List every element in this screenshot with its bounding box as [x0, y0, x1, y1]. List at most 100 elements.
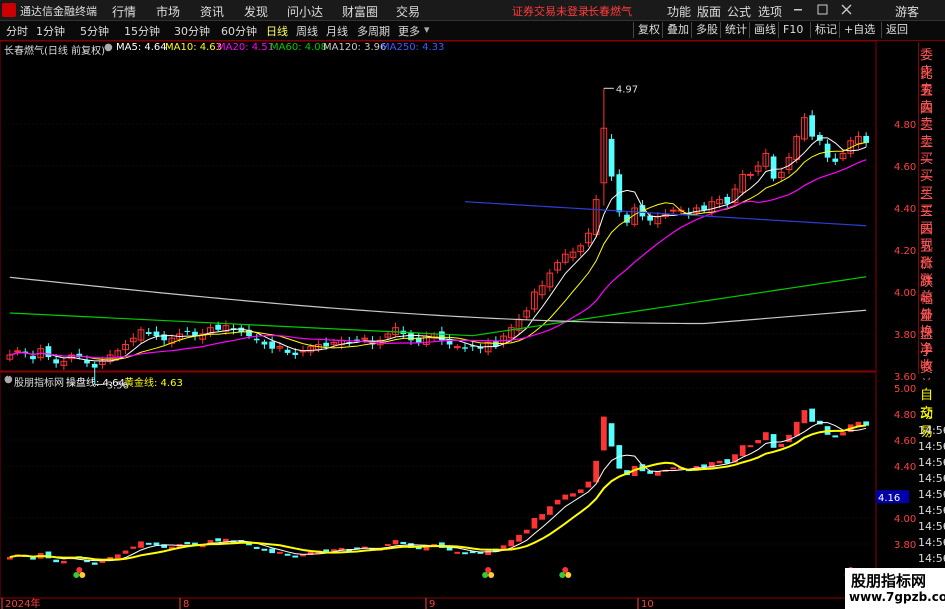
indicator-tick-label: 4.40	[894, 462, 916, 473]
period-multi[interactable]: 多周期	[357, 23, 390, 39]
indicator-bar	[454, 551, 461, 554]
indicator-bar	[130, 546, 137, 549]
menu-bar: 通达信金融终端 行情 市场 资讯 发现 问小达 财富圈 交易 证券交易未登录 长…	[0, 0, 945, 21]
caopan-line	[9, 422, 867, 562]
menu-item-banmian[interactable]: 版面	[697, 3, 721, 20]
candle-down	[608, 138, 615, 177]
close-icon[interactable]	[841, 4, 852, 15]
indicator-tick-label: 5.00	[894, 384, 916, 395]
ma120-line	[9, 276, 867, 325]
menu-item-gongshi[interactable]: 公式	[727, 3, 751, 20]
indicator-chart-frame	[0, 371, 877, 599]
kline-chart[interactable]: 4.97 3.56 4.80 4.60 4.40 4.20 4.00 3.80 3.605.0…	[0, 40, 945, 609]
draw-button[interactable]: 画线	[749, 22, 780, 38]
ma5-line	[9, 137, 867, 362]
period-monthly[interactable]: 月线	[326, 23, 348, 39]
menu-item-zixun[interactable]: 资讯	[200, 3, 224, 20]
signal-dot	[79, 572, 86, 578]
signal-dot	[565, 572, 572, 578]
indicator-tick-label: 4.60	[894, 436, 916, 447]
period-toolbar: 分时 1分钟 5分钟 15分钟 30分钟 60分钟 日线 周线 月线 多周期 更…	[0, 21, 945, 41]
signal-dot	[562, 567, 569, 573]
indicator-bar	[292, 555, 299, 558]
menu-item-hangqing[interactable]: 行情	[112, 3, 136, 20]
candle-down	[323, 342, 329, 347]
period-60min[interactable]: 60分钟	[221, 23, 257, 39]
minimize-icon[interactable]	[794, 9, 802, 11]
menu-item-xuanxiang[interactable]: 选项	[758, 3, 782, 20]
add-favorite-button[interactable]: +自选	[839, 22, 879, 38]
guest-label[interactable]: 游客	[895, 3, 919, 20]
tick-time: 14:56	[918, 472, 945, 485]
candle-up	[453, 346, 461, 349]
indicator-bar	[400, 541, 407, 544]
candle-down	[824, 143, 831, 158]
indicator-bar	[91, 562, 98, 565]
period-more[interactable]: 更多	[398, 23, 420, 39]
indicator-bar	[577, 489, 584, 494]
date-label: 8	[183, 599, 189, 609]
fuquan-button[interactable]: 复权	[633, 22, 664, 38]
tick-time: 14:56	[918, 552, 945, 565]
app-logo-icon	[2, 3, 16, 17]
indicator-bar	[724, 459, 731, 464]
period-15min[interactable]: 15分钟	[124, 23, 160, 39]
signal-dot	[76, 567, 83, 573]
indicator-bar	[570, 493, 576, 497]
indicator-tick-label: 4.00	[894, 514, 916, 525]
indicator-bar	[539, 514, 545, 520]
candle-down	[184, 330, 191, 332]
period-fenshi[interactable]: 分时	[6, 23, 28, 39]
indicator-bar	[793, 421, 800, 436]
menu-item-gongneng[interactable]: 功能	[667, 3, 691, 20]
indicator-bar	[770, 434, 777, 448]
tick-time: 14:56	[918, 536, 945, 549]
mark-button[interactable]: 标记	[810, 22, 841, 38]
menu-item-faxian[interactable]: 发现	[244, 3, 268, 20]
ma60-line	[9, 276, 867, 337]
login-status[interactable]: 证券交易未登录	[512, 3, 589, 19]
candle-down	[292, 352, 299, 355]
indicator-bar	[215, 538, 221, 542]
signal-dot	[559, 572, 566, 578]
chevron-down-icon[interactable]: ▾	[424, 23, 430, 36]
indicator-bar	[261, 548, 268, 551]
menu-item-wenxiaoda[interactable]: 问小达	[287, 3, 323, 20]
f10-button[interactable]: F10	[778, 22, 807, 38]
price-tick-label: 3.60	[894, 372, 916, 383]
price-tick-label: 4.40	[894, 204, 916, 215]
current-stock: 长春燃气	[588, 5, 632, 18]
indicator-bar	[763, 432, 769, 441]
period-30min[interactable]: 30分钟	[174, 23, 210, 39]
indicator-bar	[832, 435, 839, 438]
multi-stock-button[interactable]: 多股	[691, 22, 722, 38]
candle-down	[408, 332, 414, 341]
menu-item-caifuquan[interactable]: 财富圈	[342, 3, 378, 20]
candle-down	[53, 359, 59, 364]
signal-dot	[485, 567, 492, 573]
indicator-bar	[531, 518, 538, 529]
menu-item-shichang[interactable]: 市场	[156, 3, 180, 20]
period-5min[interactable]: 5分钟	[80, 23, 109, 39]
period-daily[interactable]: 日线	[266, 23, 288, 39]
ma10-line	[9, 141, 867, 360]
overlay-button[interactable]: 叠加	[662, 22, 693, 38]
candle-down	[215, 324, 221, 330]
tick-time: 14:56	[918, 520, 945, 533]
indicator-bar	[523, 529, 530, 534]
indicator-bar	[99, 560, 106, 563]
period-1min[interactable]: 1分钟	[36, 23, 65, 39]
price-tick-label: 3.80	[894, 330, 916, 341]
signal-dot	[73, 572, 80, 578]
candle-down	[770, 156, 777, 179]
stats-button[interactable]: 统计	[720, 22, 751, 38]
indicator-bar	[670, 467, 677, 470]
candle-down	[701, 205, 707, 211]
period-weekly[interactable]: 周线	[296, 23, 318, 39]
back-button[interactable]: 返回	[881, 22, 912, 38]
indicator-bar	[269, 548, 275, 554]
tick-time: 14:56	[918, 440, 945, 453]
menu-item-jiaoyi[interactable]: 交易	[396, 3, 420, 20]
candle-down	[724, 196, 731, 204]
maximize-icon[interactable]	[817, 4, 828, 15]
